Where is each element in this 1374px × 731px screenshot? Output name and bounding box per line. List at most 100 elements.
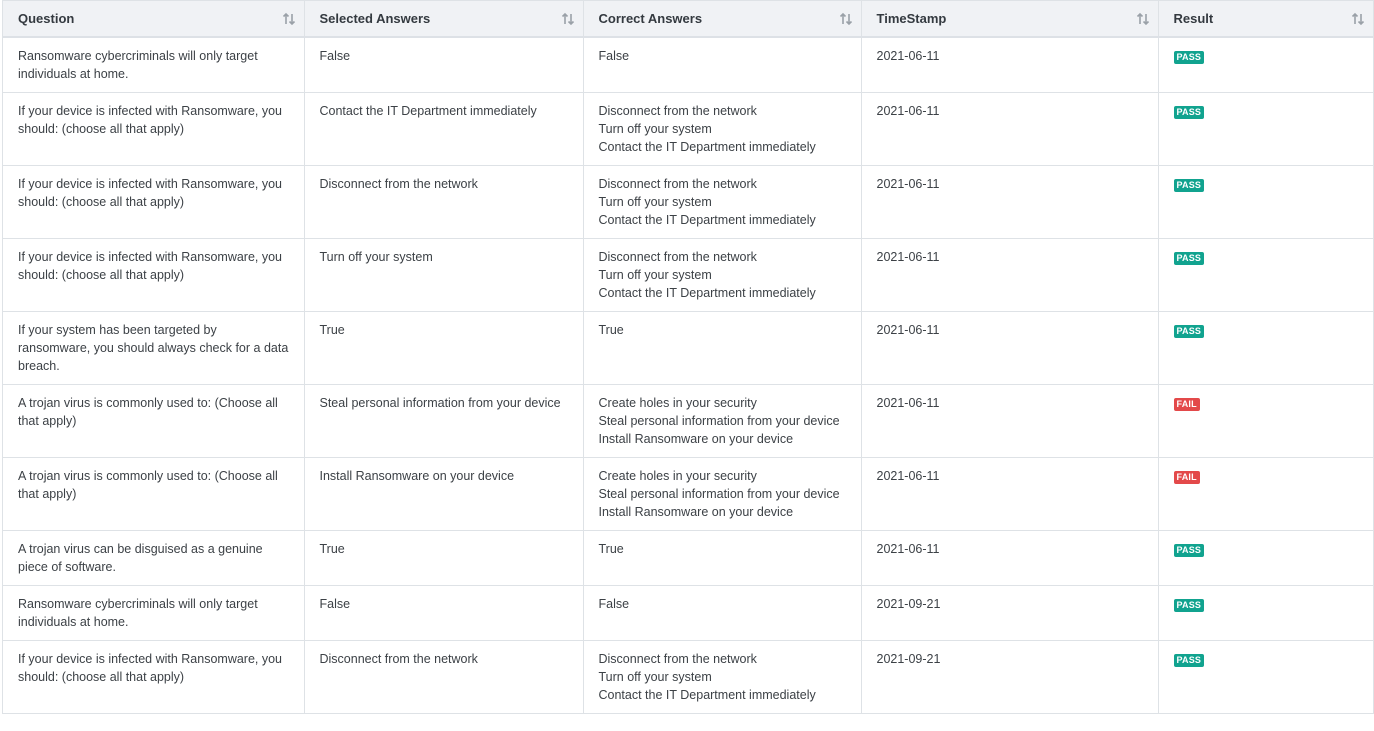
correct-answer-item: Turn off your system <box>598 121 712 136</box>
column-header-label: Result <box>1173 10 1214 26</box>
cell-timestamp: 2021-06-11 <box>860 457 1158 531</box>
cell-selected-answer: False <box>303 36 583 93</box>
cell-question: If your device is infected with Ransomwa… <box>3 238 304 312</box>
correct-answer-item: Contact the IT Department immediately <box>598 139 816 154</box>
sort-arrows-icon[interactable] <box>561 12 575 26</box>
cell-question: A trojan virus can be disguised as a gen… <box>3 530 304 586</box>
cell-question: A trojan virus is commonly used to: (Cho… <box>3 457 304 531</box>
correct-answer-item: Disconnect from the network <box>598 103 757 118</box>
cell-timestamp: 2021-06-11 <box>860 165 1158 239</box>
cell-correct-answers: False <box>582 36 861 93</box>
cell-selected-answer: Disconnect from the network <box>303 640 583 714</box>
table-row: If your device is infected with Ransomwa… <box>3 640 1373 714</box>
correct-answer-item: False <box>598 596 630 611</box>
cell-timestamp: 2021-06-11 <box>860 384 1158 458</box>
correct-answer-item: Contact the IT Department immediately <box>598 212 816 227</box>
column-header-timestamp[interactable]: TimeStamp <box>860 0 1158 38</box>
table-row: If your system has been targeted by rans… <box>3 311 1373 385</box>
correct-answer-item: Create holes in your security <box>598 468 757 483</box>
cell-timestamp: 2021-06-11 <box>860 36 1158 93</box>
table-body: Ransomware cybercriminals will only targ… <box>3 36 1373 714</box>
column-header-selected-answers[interactable]: Selected Answers <box>303 0 583 38</box>
column-header-label: TimeStamp <box>876 10 947 26</box>
cell-timestamp: 2021-09-21 <box>860 640 1158 714</box>
column-header-correct-answers[interactable]: Correct Answers <box>582 0 861 38</box>
sort-arrows-icon[interactable] <box>1351 12 1365 26</box>
result-badge: PASS <box>1173 50 1205 64</box>
cell-question: Ransomware cybercriminals will only targ… <box>3 36 304 93</box>
cell-result: PASS <box>1157 640 1373 714</box>
result-badge: PASS <box>1173 178 1205 192</box>
results-table-container: Question Selected Answers Correct Answer… <box>2 0 1374 714</box>
cell-correct-answers: Disconnect from the network Turn off your… <box>582 165 861 239</box>
cell-timestamp: 2021-09-21 <box>860 585 1158 641</box>
cell-selected-answer: Disconnect from the network <box>303 165 583 239</box>
column-header-question[interactable]: Question <box>3 0 304 38</box>
cell-timestamp: 2021-06-11 <box>860 311 1158 385</box>
correct-answer-item: True <box>598 541 624 556</box>
result-badge: PASS <box>1173 543 1205 557</box>
sort-arrows-icon[interactable] <box>839 12 853 26</box>
cell-selected-answer: False <box>303 585 583 641</box>
cell-timestamp: 2021-06-11 <box>860 92 1158 166</box>
cell-selected-answer: True <box>303 530 583 586</box>
correct-answer-item: Turn off your system <box>598 267 712 282</box>
result-badge: PASS <box>1173 653 1205 667</box>
result-badge: PASS <box>1173 324 1205 338</box>
cell-selected-answer: Steal personal information from your dev… <box>303 384 583 458</box>
results-table: Question Selected Answers Correct Answer… <box>3 0 1373 714</box>
column-header-result[interactable]: Result <box>1157 0 1373 38</box>
correct-answer-item: Install Ransomware on your device <box>598 504 794 519</box>
correct-answer-item: Create holes in your security <box>598 395 757 410</box>
correct-answer-item: Contact the IT Department immediately <box>598 285 816 300</box>
correct-answer-item: Install Ransomware on your device <box>598 431 794 446</box>
cell-question: If your device is infected with Ransomwa… <box>3 640 304 714</box>
cell-question: If your device is infected with Ransomwa… <box>3 92 304 166</box>
result-badge: FAIL <box>1173 397 1200 411</box>
cell-selected-answer: Turn off your system <box>303 238 583 312</box>
table-row: If your device is infected with Ransomwa… <box>3 238 1373 312</box>
table-row: If your device is infected with Ransomwa… <box>3 165 1373 239</box>
cell-correct-answers: False <box>582 585 861 641</box>
correct-answer-item: Turn off your system <box>598 669 712 684</box>
result-badge: PASS <box>1173 598 1205 612</box>
cell-correct-answers: True <box>582 530 861 586</box>
cell-result: FAIL <box>1157 457 1373 531</box>
cell-question: A trojan virus is commonly used to: (Cho… <box>3 384 304 458</box>
cell-selected-answer: True <box>303 311 583 385</box>
table-header: Question Selected Answers Correct Answer… <box>3 0 1373 38</box>
table-row: A trojan virus can be disguised as a gen… <box>3 530 1373 586</box>
header-row: Question Selected Answers Correct Answer… <box>3 0 1373 38</box>
correct-answer-item: Disconnect from the network <box>598 651 757 666</box>
correct-answer-item: True <box>598 322 624 337</box>
correct-answer-item: Steal personal information from your dev… <box>598 486 840 501</box>
sort-arrows-icon[interactable] <box>1136 12 1150 26</box>
table-row: A trojan virus is commonly used to: (Cho… <box>3 457 1373 531</box>
correct-answer-item: Turn off your system <box>598 194 712 209</box>
cell-correct-answers: Create holes in your security Steal perso… <box>582 384 861 458</box>
cell-result: PASS <box>1157 92 1373 166</box>
cell-question: Ransomware cybercriminals will only targ… <box>3 585 304 641</box>
cell-result: PASS <box>1157 238 1373 312</box>
cell-correct-answers: Create holes in your security Steal perso… <box>582 457 861 531</box>
cell-result: FAIL <box>1157 384 1373 458</box>
cell-correct-answers: True <box>582 311 861 385</box>
table-row: Ransomware cybercriminals will only targ… <box>3 36 1373 93</box>
cell-question: If your device is infected with Ransomwa… <box>3 165 304 239</box>
table-row: A trojan virus is commonly used to: (Cho… <box>3 384 1373 458</box>
correct-answer-item: False <box>598 48 630 63</box>
sort-arrows-icon[interactable] <box>282 12 296 26</box>
column-header-label: Correct Answers <box>598 10 703 26</box>
cell-result: PASS <box>1157 530 1373 586</box>
correct-answer-item: Disconnect from the network <box>598 249 757 264</box>
cell-result: PASS <box>1157 585 1373 641</box>
result-badge: FAIL <box>1173 470 1200 484</box>
cell-correct-answers: Disconnect from the network Turn off your… <box>582 238 861 312</box>
correct-answer-item: Contact the IT Department immediately <box>598 687 816 702</box>
cell-selected-answer: Contact the IT Department immediately <box>303 92 583 166</box>
correct-answer-item: Steal personal information from your dev… <box>598 413 840 428</box>
cell-timestamp: 2021-06-11 <box>860 530 1158 586</box>
table-row: Ransomware cybercriminals will only targ… <box>3 585 1373 641</box>
cell-result: PASS <box>1157 36 1373 93</box>
cell-correct-answers: Disconnect from the network Turn off your… <box>582 92 861 166</box>
